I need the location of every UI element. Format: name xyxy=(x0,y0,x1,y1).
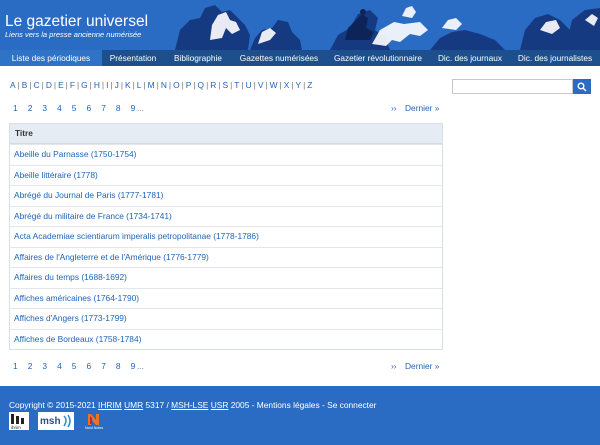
site-footer: Copyright © 2015-2021 IHRIM UMR 5317 / M… xyxy=(0,386,600,445)
alphabet-letter-z[interactable]: Z xyxy=(307,80,312,90)
msh-logo-text: msh xyxy=(40,416,61,427)
page-link-7[interactable]: 7 xyxy=(101,103,106,113)
page-link-1[interactable]: 1 xyxy=(13,361,18,371)
pager-next-link[interactable]: ›› xyxy=(391,361,397,371)
periodical-link[interactable]: Affaires de l'Angleterre et de l'Amériqu… xyxy=(14,252,209,262)
alphabet-letter-e[interactable]: E xyxy=(58,80,64,90)
alphabet-letter-u[interactable]: U xyxy=(246,80,252,90)
table-row: Affiches de Bordeaux (1758-1784) xyxy=(10,328,442,350)
page-link-8[interactable]: 8 xyxy=(116,103,121,113)
alphabet-letter-k[interactable]: K xyxy=(125,80,131,90)
ihrim-abbr: IHRIM xyxy=(98,400,122,410)
nav-gazetier-revolutionnaire[interactable]: Gazetier révolutionnaire xyxy=(326,50,430,66)
periodical-link[interactable]: Abrégé du militaire de France (1734-1741… xyxy=(14,211,172,221)
umr-abbr: UMR xyxy=(124,400,144,410)
page-link-1[interactable]: 1 xyxy=(13,103,18,113)
page-link-9[interactable]: 9 xyxy=(131,103,136,113)
table-row: Affiches d'Angers (1773-1799) xyxy=(10,308,442,329)
nord-notes-logo-text: Nord Notes xyxy=(85,426,103,430)
periodical-link[interactable]: Abeille littéraire (1778) xyxy=(14,170,98,180)
copyright-text: Copyright © 2015-2021 IHRIM UMR 5317 / M… xyxy=(9,400,376,410)
copyright-mid: 5317 / xyxy=(143,400,172,410)
alphabet-filter: A | B | C | D | E | F | G | H | I | J | K | L | M | N | O | P | Q | R | S | T |… xyxy=(10,80,312,90)
pager-ellipsis: ... xyxy=(137,103,144,113)
legal-notice-link[interactable]: Mentions légales xyxy=(257,400,320,410)
periodical-link[interactable]: Affaires du temps (1688-1692) xyxy=(14,272,127,282)
periodicals-table: Titre Abeille du Parnasse (1750-1754) Ab… xyxy=(9,123,443,350)
page-link-8[interactable]: 8 xyxy=(116,361,121,371)
table-row: Abeille du Parnasse (1750-1754) xyxy=(10,144,442,165)
periodical-link[interactable]: Affiches de Bordeaux (1758-1784) xyxy=(14,334,141,344)
pager-last-link[interactable]: Dernier » xyxy=(405,103,439,113)
table-row: Affaires de l'Angleterre et de l'Amériqu… xyxy=(10,246,442,268)
table-row: Abrégé du militaire de France (1734-1741… xyxy=(10,205,442,227)
ihrim-logo[interactable]: ihrim xyxy=(9,412,29,430)
page-link-9[interactable]: 9 xyxy=(131,361,136,371)
alphabet-letter-o[interactable]: O xyxy=(173,80,180,90)
alphabet-letter-g[interactable]: G xyxy=(81,80,88,90)
search-button[interactable] xyxy=(573,79,591,94)
pager-ellipsis: ... xyxy=(137,361,144,371)
page-link-5[interactable]: 5 xyxy=(72,361,77,371)
pager-top: 1 2 3 4 5 6 7 8 9 ... ›› Dernier » xyxy=(13,103,443,115)
ihrim-logo-text: ihrim xyxy=(11,425,21,430)
site-header: Le gazetier universel Liens vers la pres… xyxy=(0,0,600,50)
page-link-3[interactable]: 3 xyxy=(42,103,47,113)
alphabet-letter-m[interactable]: M xyxy=(148,80,155,90)
periodical-link[interactable]: Affiches d'Angers (1773-1799) xyxy=(14,313,127,323)
alphabet-letter-d[interactable]: D xyxy=(46,80,52,90)
periodical-link[interactable]: Abeille du Parnasse (1750-1754) xyxy=(14,149,136,159)
alphabet-letter-w[interactable]: W xyxy=(270,80,278,90)
main-nav: Liste des périodiques Présentation Bibli… xyxy=(0,50,600,66)
page-link-4[interactable]: 4 xyxy=(57,103,62,113)
periodical-link[interactable]: Acta Academiae scientiarum imperalis pet… xyxy=(14,231,259,241)
nav-dic-des-journalistes[interactable]: Dic. des journalistes xyxy=(510,50,600,66)
alphabet-letter-a[interactable]: A xyxy=(10,80,16,90)
copyright-prefix: Copyright © 2015-2021 xyxy=(9,400,99,410)
table-row: Abrégé du Journal de Paris (1777-1781) xyxy=(10,185,442,206)
search-input[interactable] xyxy=(452,79,573,94)
footer-separator: - xyxy=(319,400,328,410)
login-link[interactable]: Se connecter xyxy=(327,400,376,410)
page-link-4[interactable]: 4 xyxy=(57,361,62,371)
table-row: Affaires du temps (1688-1692) xyxy=(10,267,442,288)
page-link-5[interactable]: 5 xyxy=(72,103,77,113)
periodical-link[interactable]: Affiches américaines (1764-1790) xyxy=(14,293,139,303)
nav-dic-des-journaux[interactable]: Dic. des journaux xyxy=(430,50,510,66)
pager-next-link[interactable]: ›› xyxy=(391,103,397,113)
page-link-6[interactable]: 6 xyxy=(87,103,92,113)
table-row: Affiches américaines (1764-1790) xyxy=(10,287,442,309)
site-subtitle: Liens vers la presse ancienne numérisée xyxy=(5,30,142,39)
periodical-link[interactable]: Abrégé du Journal de Paris (1777-1781) xyxy=(14,190,163,200)
alphabet-letter-c[interactable]: C xyxy=(34,80,40,90)
table-row: Abeille littéraire (1778) xyxy=(10,164,442,186)
nav-liste-des-periodiques[interactable]: Liste des périodiques xyxy=(0,50,102,66)
table-header-titre[interactable]: Titre xyxy=(10,124,442,144)
page-link-6[interactable]: 6 xyxy=(87,361,92,371)
msh-lse-abbr: MSH-LSE xyxy=(171,400,209,410)
msh-logo[interactable]: msh xyxy=(38,412,74,430)
page-link-2[interactable]: 2 xyxy=(28,361,33,371)
nav-presentation[interactable]: Présentation xyxy=(102,50,164,66)
page-link-7[interactable]: 7 xyxy=(101,361,106,371)
nav-bibliographie[interactable]: Bibliographie xyxy=(164,50,232,66)
nav-gazettes-numerisees[interactable]: Gazettes numérisées xyxy=(232,50,326,66)
page-link-3[interactable]: 3 xyxy=(42,361,47,371)
copyright-mid: 2005 - xyxy=(228,400,257,410)
pager-last-link[interactable]: Dernier » xyxy=(405,361,439,371)
pager-bottom: 1 2 3 4 5 6 7 8 9 ... ›› Dernier » xyxy=(13,361,443,373)
table-row: Acta Academiae scientiarum imperalis pet… xyxy=(10,226,442,247)
site-title[interactable]: Le gazetier universel xyxy=(5,14,148,30)
page-link-2[interactable]: 2 xyxy=(28,103,33,113)
usr-abbr: USR xyxy=(210,400,229,410)
alphabet-letter-n[interactable]: N xyxy=(161,80,167,90)
search-icon xyxy=(577,82,587,92)
alphabet-letter-h[interactable]: H xyxy=(94,80,100,90)
nord-notes-logo[interactable]: Nord Notes xyxy=(84,412,104,430)
